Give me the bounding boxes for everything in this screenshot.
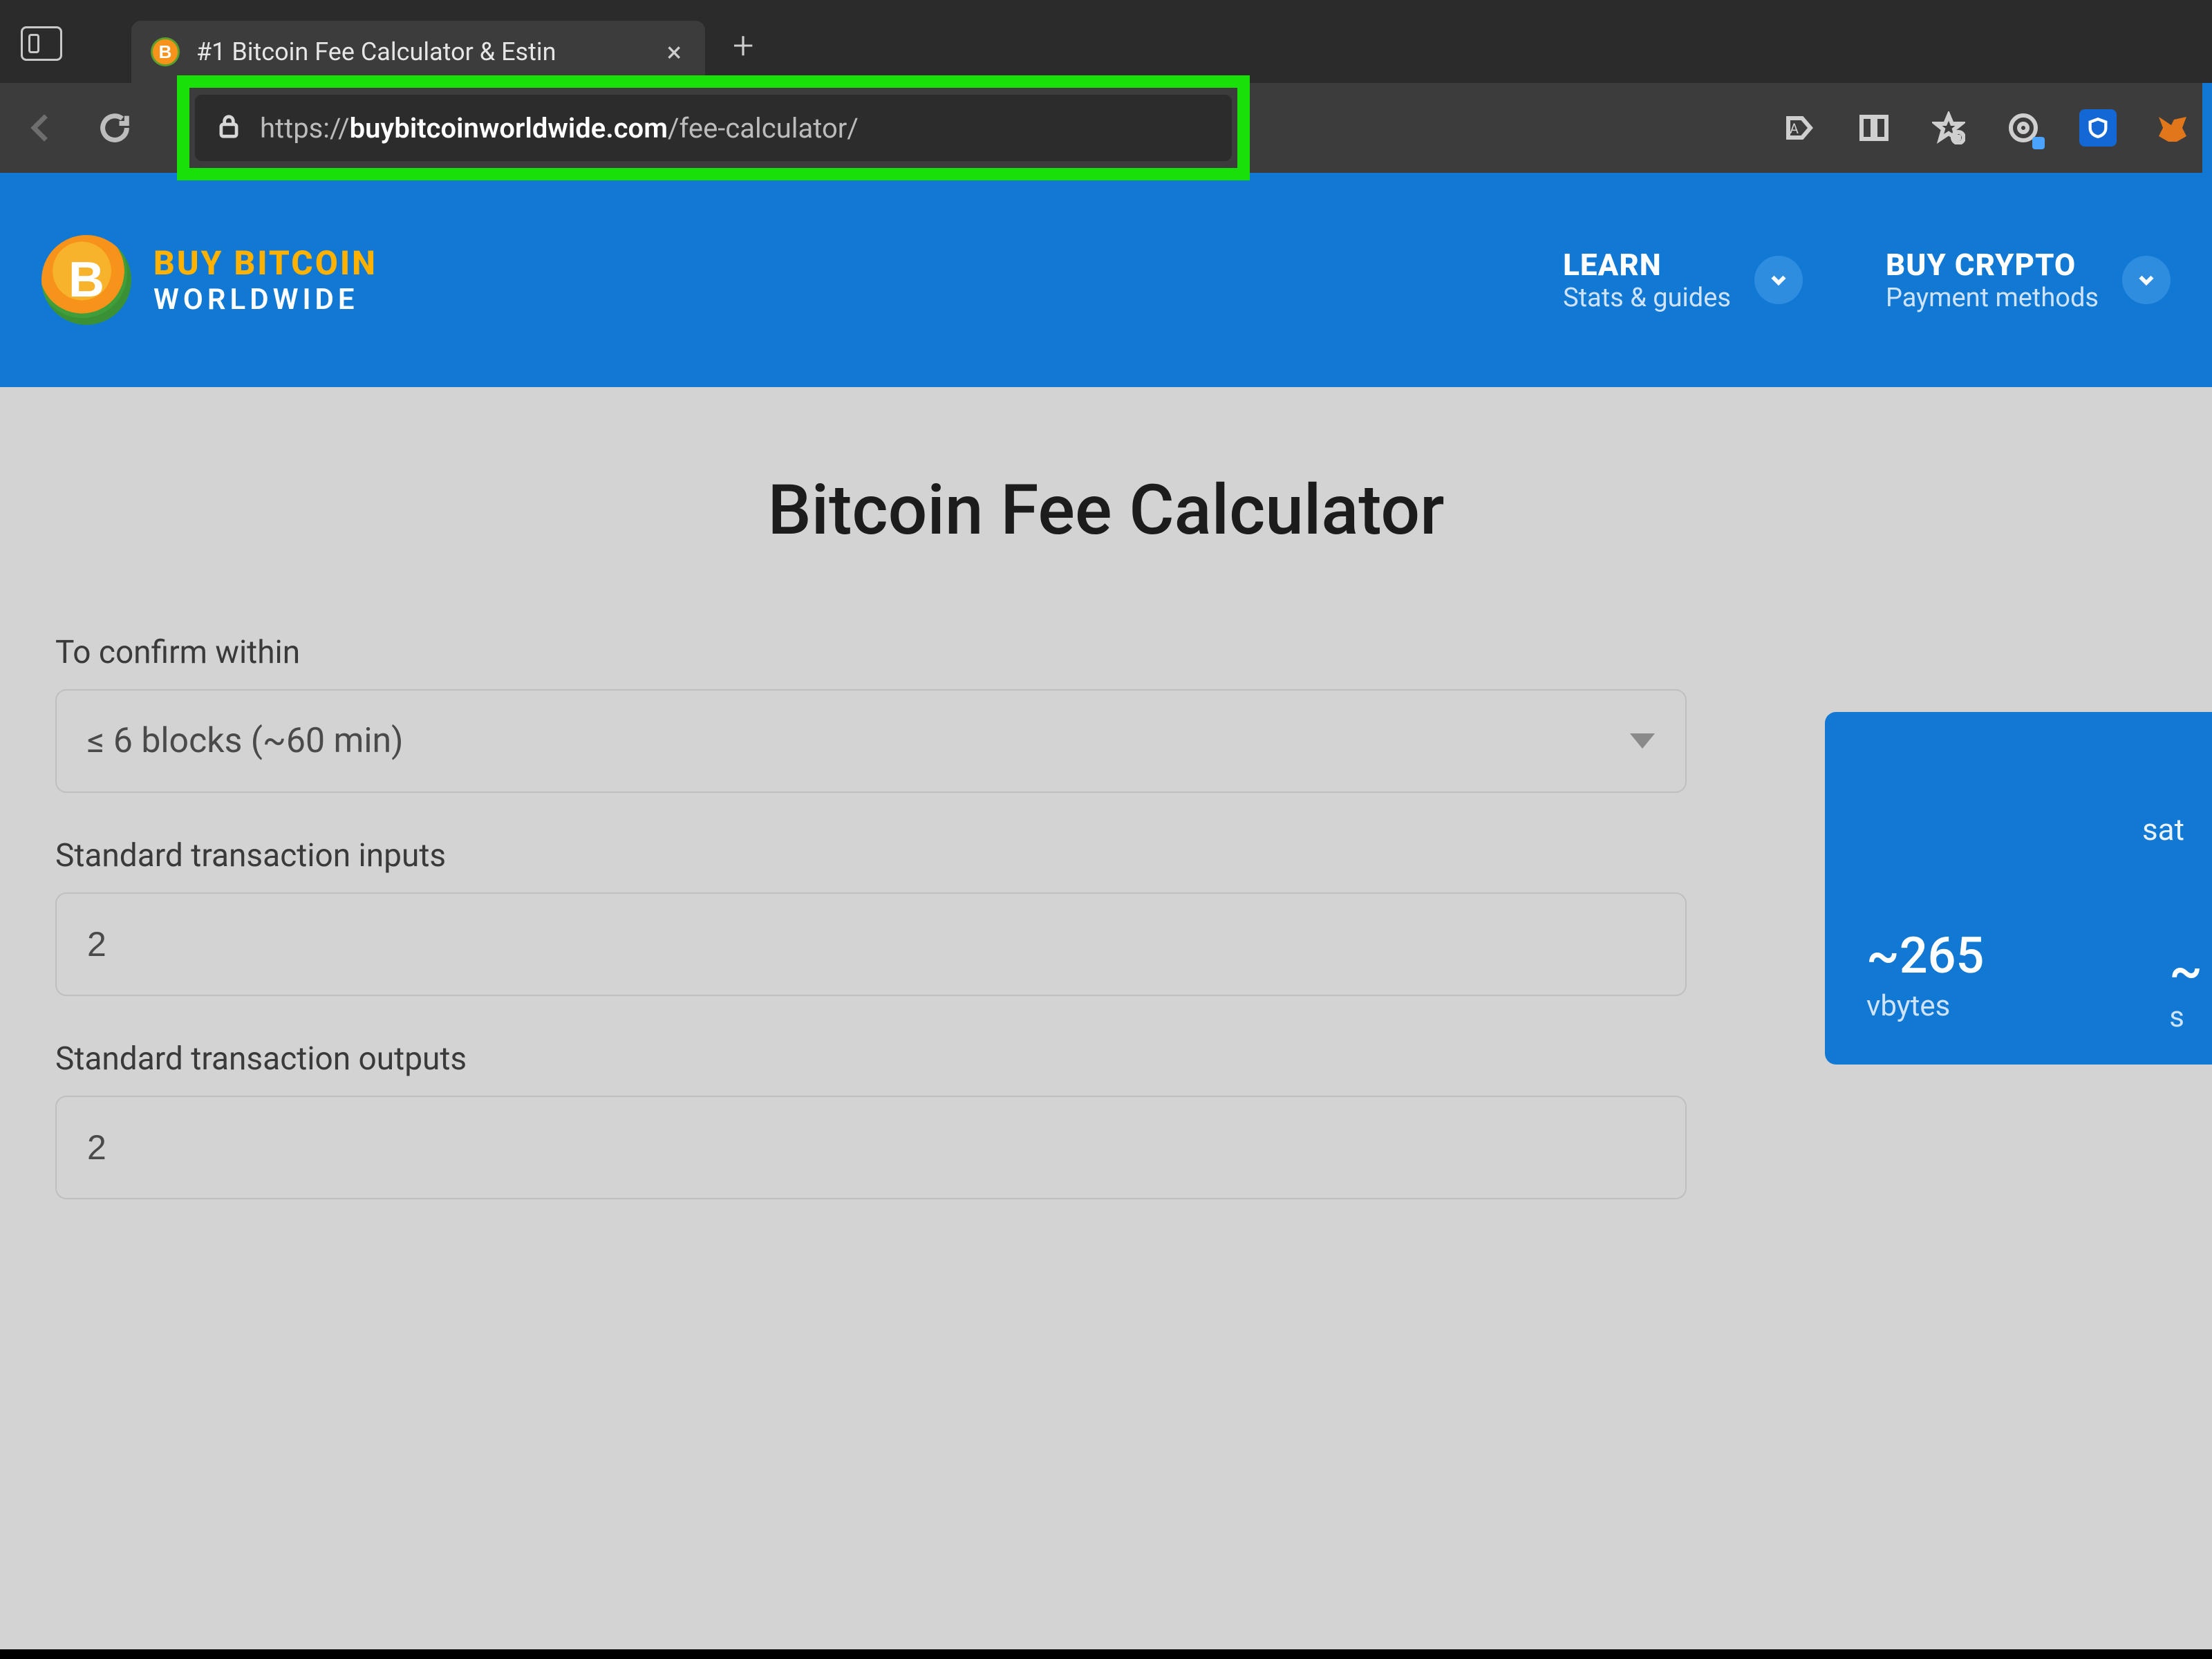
chevron-down-icon	[2122, 256, 2171, 304]
svg-text:A: A	[1790, 120, 1799, 137]
nav-learn-title: LEARN	[1563, 247, 1731, 283]
logo-text-line1: BUY BITCOIN	[153, 243, 377, 283]
outputs-label: Standard transaction outputs	[55, 1040, 1687, 1078]
site-header: B BUY BITCOIN WORLDWIDE LEARN Stats & gu…	[0, 173, 2212, 387]
summary-vbytes-value: ~265	[1866, 926, 2184, 985]
browser-toolbar: https://buybitcoinworldwide.com/fee-calc…	[0, 83, 2212, 173]
url-text: https://buybitcoinworldwide.com/fee-calc…	[260, 112, 859, 144]
inputs-field[interactable]	[55, 892, 1687, 996]
new-tab-button[interactable]: +	[733, 24, 754, 68]
inputs-label: Standard transaction inputs	[55, 837, 1687, 874]
page-viewport: B BUY BITCOIN WORLDWIDE LEARN Stats & gu…	[0, 173, 2212, 1659]
right-edge-accent	[2202, 83, 2212, 173]
logo-mark-icon: B	[41, 235, 131, 325]
summary-right-value: ~	[2169, 941, 2202, 1000]
browser-titlebar: B #1 Bitcoin Fee Calculator & Estin × +	[0, 0, 2212, 83]
logo-text-line2: WORLDWIDE	[153, 283, 377, 317]
nav-learn[interactable]: LEARN Stats & guides	[1563, 247, 1803, 313]
tab-title: #1 Bitcoin Fee Calculator & Estin	[196, 37, 646, 66]
lock-icon	[216, 111, 242, 144]
dropdown-triangle-icon	[1630, 733, 1655, 749]
inputs-input[interactable]	[87, 924, 1655, 964]
browser-tab[interactable]: B #1 Bitcoin Fee Calculator & Estin ×	[131, 21, 705, 83]
tab-favicon-icon: B	[151, 37, 180, 66]
summary-top-label: sat	[1866, 753, 2184, 906]
nav-buy-title: BUY CRYPTO	[1886, 247, 2099, 283]
letterbox-bar	[0, 1649, 2212, 1659]
summary-right-unit: s	[2169, 1000, 2202, 1034]
favorites-add-icon[interactable]	[1930, 109, 1967, 147]
back-button[interactable]	[21, 107, 62, 149]
reader-icon[interactable]	[1855, 109, 1893, 147]
outputs-input[interactable]	[87, 1127, 1655, 1168]
nav-buy-crypto[interactable]: BUY CRYPTO Payment methods	[1886, 247, 2171, 313]
confirm-within-select[interactable]: ≤ 6 blocks (~60 min)	[55, 689, 1687, 793]
url-path: /fee-calculator/	[668, 112, 859, 144]
url-host: buybitcoinworldwide.com	[350, 112, 668, 144]
nav-buy-subtitle: Payment methods	[1886, 283, 2099, 313]
notification-dot-icon	[2032, 137, 2045, 149]
confirm-within-value: ≤ 6 blocks (~60 min)	[87, 721, 404, 761]
refresh-button[interactable]	[94, 107, 135, 149]
close-tab-icon[interactable]: ×	[663, 36, 686, 68]
outputs-field[interactable]	[55, 1096, 1687, 1199]
fee-summary-card: sat ~265 vbytes ~ s	[1825, 712, 2212, 1065]
site-logo[interactable]: B BUY BITCOIN WORLDWIDE	[41, 235, 377, 325]
chevron-down-icon	[1754, 256, 1803, 304]
address-bar[interactable]: https://buybitcoinworldwide.com/fee-calc…	[195, 95, 1232, 161]
toolbar-right-icons: A	[1781, 83, 2191, 173]
tab-overview-icon[interactable]	[21, 26, 62, 61]
extension-circle-icon[interactable]	[2005, 109, 2042, 147]
bitwarden-extension-icon[interactable]	[2079, 109, 2117, 147]
page-title: Bitcoin Fee Calculator	[55, 470, 2157, 551]
url-protocol: https://	[260, 112, 350, 144]
metamask-extension-icon[interactable]	[2154, 109, 2191, 147]
confirm-within-label: To confirm within	[55, 634, 1687, 671]
summary-vbytes-unit: vbytes	[1866, 989, 2184, 1023]
page-content: Bitcoin Fee Calculator To confirm within…	[0, 387, 2212, 1659]
nav-learn-subtitle: Stats & guides	[1563, 283, 1731, 313]
read-aloud-icon[interactable]: A	[1781, 109, 1818, 147]
